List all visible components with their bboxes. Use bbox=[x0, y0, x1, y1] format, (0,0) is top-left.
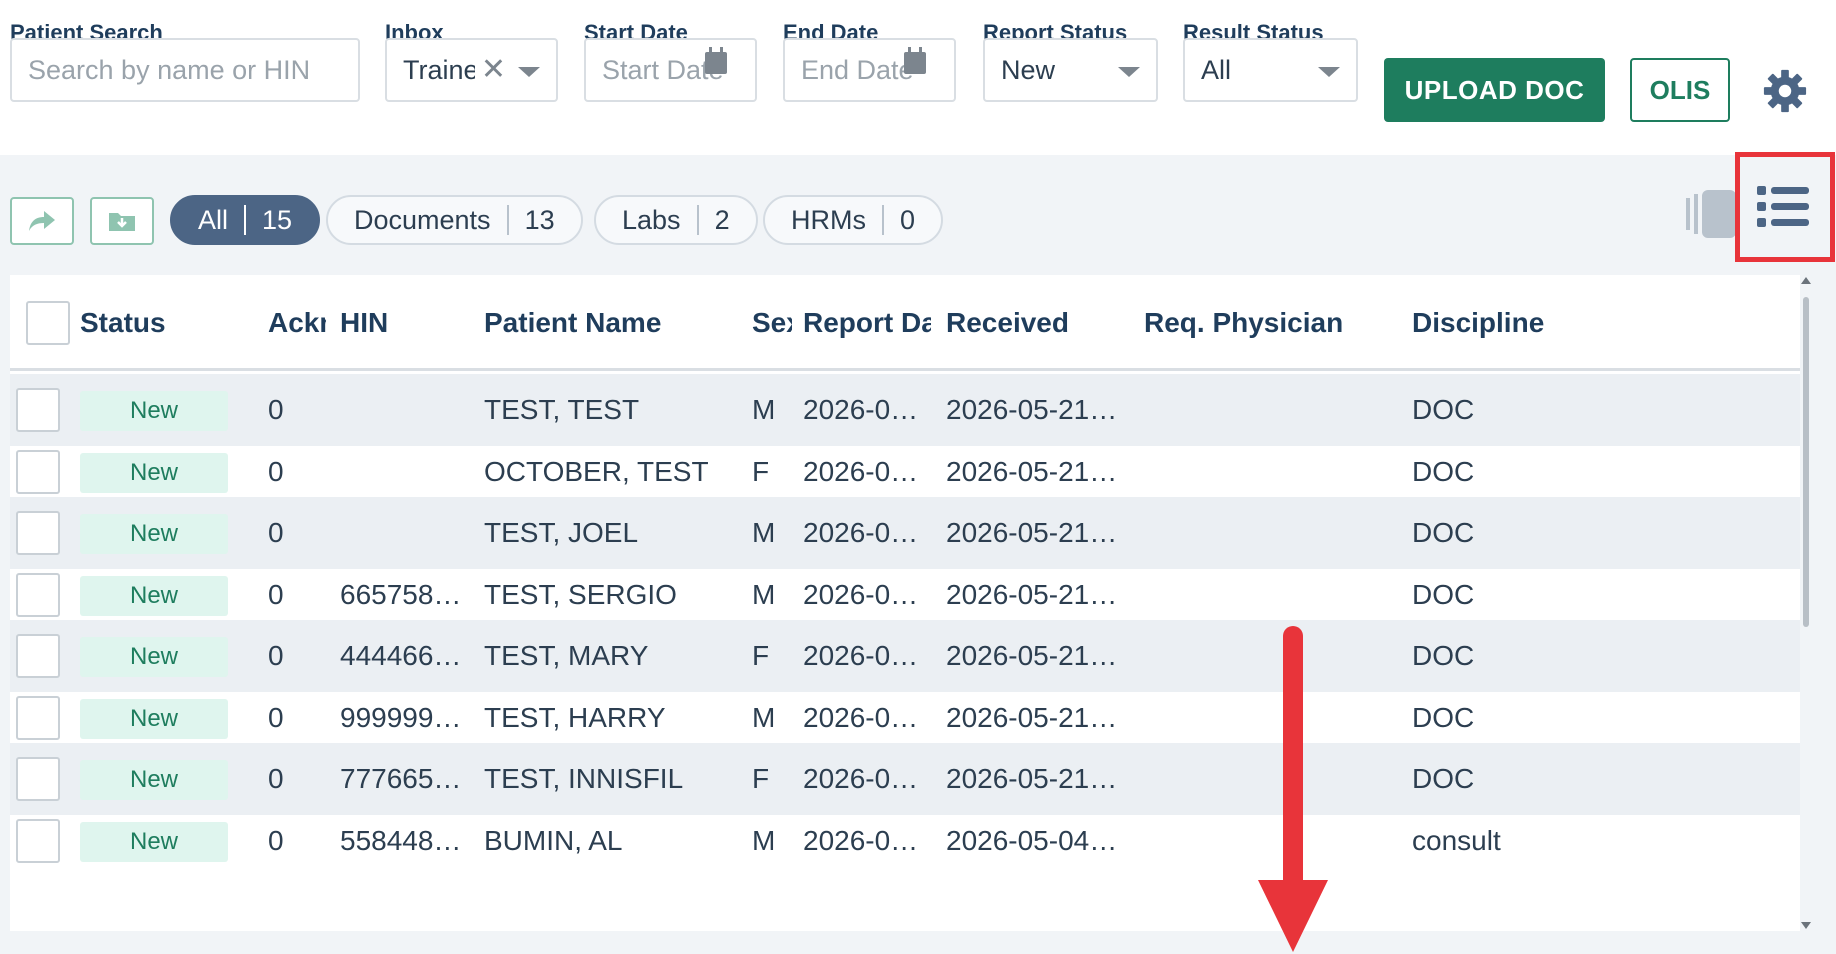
calendar-icon[interactable] bbox=[904, 47, 926, 74]
calendar-icon[interactable] bbox=[705, 47, 727, 74]
col-req-physician[interactable]: Req. Physician bbox=[1144, 275, 1374, 371]
tab-all[interactable]: All 15 bbox=[170, 195, 321, 245]
tab-hrms-count: 0 bbox=[900, 205, 916, 235]
col-hin[interactable]: HIN bbox=[340, 275, 460, 371]
row-checkbox[interactable] bbox=[16, 388, 60, 432]
tab-documents-label: Documents bbox=[354, 205, 491, 235]
row-checkbox[interactable] bbox=[16, 511, 60, 555]
upload-doc-button[interactable]: UPLOAD DOC bbox=[1384, 58, 1605, 122]
forward-button[interactable] bbox=[10, 197, 74, 245]
status-badge: New bbox=[80, 452, 228, 493]
col-sex[interactable]: Sex bbox=[752, 275, 792, 371]
tab-labs-label: Labs bbox=[622, 205, 681, 235]
select-all-checkbox[interactable] bbox=[26, 301, 70, 345]
col-received[interactable]: Received bbox=[946, 275, 1116, 371]
filter-bar: Patient Search Search by name or HIN Inb… bbox=[0, 0, 1836, 155]
row-checkbox[interactable] bbox=[16, 695, 60, 740]
share-forward-icon bbox=[29, 211, 55, 231]
cell-ack: 0 bbox=[268, 824, 284, 856]
status-badge: New bbox=[80, 760, 228, 800]
clear-icon[interactable]: ✕ bbox=[481, 40, 506, 100]
status-badge: New bbox=[80, 698, 228, 739]
status-badge: New bbox=[80, 391, 228, 431]
row-checkbox[interactable] bbox=[16, 449, 60, 494]
report-status-select[interactable]: New bbox=[983, 38, 1158, 102]
status-badge: New bbox=[80, 637, 228, 677]
start-date-input[interactable]: Start Date bbox=[584, 38, 757, 102]
tab-documents-count: 13 bbox=[524, 205, 555, 235]
chevron-down-icon bbox=[1118, 67, 1140, 77]
scrollbar-thumb[interactable] bbox=[1803, 297, 1809, 627]
table-scrollbar[interactable] bbox=[1800, 275, 1812, 931]
status-badge: New bbox=[80, 821, 228, 862]
row-checkbox[interactable] bbox=[16, 572, 60, 617]
tab-labs[interactable]: Labs 2 bbox=[594, 195, 758, 245]
cell-sex: M bbox=[752, 824, 776, 856]
tab-hrms-label: HRMs bbox=[791, 205, 866, 235]
col-report-date[interactable]: Report Date bbox=[803, 275, 931, 371]
list-view-icon bbox=[1757, 186, 1809, 227]
chevron-down-icon bbox=[1318, 67, 1340, 77]
tab-hrms[interactable]: HRMs 0 bbox=[763, 195, 944, 245]
scroll-down-annotation-arrow bbox=[1258, 626, 1328, 952]
end-date-placeholder: End Date bbox=[801, 55, 914, 85]
chevron-down-icon bbox=[518, 67, 540, 77]
end-date-input[interactable]: End Date bbox=[783, 38, 956, 102]
col-discipline[interactable]: Discipline bbox=[1412, 275, 1612, 371]
split-view-icon[interactable] bbox=[1686, 190, 1736, 240]
olis-button[interactable]: OLIS bbox=[1630, 58, 1730, 122]
gear-icon[interactable] bbox=[1762, 68, 1808, 114]
cell-patient-name: BUMIN, AL bbox=[484, 824, 623, 856]
table-row[interactable]: New 0 558448… BUMIN, AL M 2026-0… 2026-05-04… c… bbox=[10, 805, 1800, 877]
result-status-select[interactable]: All bbox=[1183, 38, 1358, 102]
tab-labs-count: 2 bbox=[714, 205, 730, 235]
col-patient-name[interactable]: Patient Name bbox=[484, 275, 724, 371]
patient-search-placeholder: Search by name or HIN bbox=[28, 55, 311, 85]
table-header: Status Acknowledged HIN Patient Name Sex… bbox=[10, 275, 1800, 371]
row-checkbox[interactable] bbox=[16, 757, 60, 801]
inbox-value: Trainer bbox=[403, 55, 475, 85]
row-checkbox[interactable] bbox=[16, 818, 60, 863]
tab-all-label: All bbox=[198, 205, 229, 235]
download-button[interactable] bbox=[90, 197, 154, 245]
inbox-content: All 15 Documents 13 Labs 2 HRMs 0 Status… bbox=[0, 152, 1836, 954]
scroll-down-icon[interactable] bbox=[1801, 922, 1811, 929]
status-badge: New bbox=[80, 575, 228, 616]
result-status-value: All bbox=[1201, 55, 1232, 85]
folder-download-icon bbox=[109, 213, 135, 231]
tab-all-count: 15 bbox=[262, 205, 293, 235]
tab-documents[interactable]: Documents 13 bbox=[326, 195, 583, 245]
inbox-select[interactable]: Trainer ✕ bbox=[385, 38, 558, 102]
col-status[interactable]: Status bbox=[80, 275, 230, 371]
cell-received: 2026-05-04… bbox=[946, 824, 1118, 856]
cell-hin: 558448… bbox=[340, 824, 462, 856]
cell-discipline: consult bbox=[1412, 824, 1501, 856]
scroll-up-icon[interactable] bbox=[1801, 277, 1811, 284]
inbox-table: Status Acknowledged HIN Patient Name Sex… bbox=[10, 275, 1800, 931]
cell-report-date: 2026-0… bbox=[803, 824, 919, 856]
list-view-button[interactable] bbox=[1735, 152, 1835, 262]
report-status-value: New bbox=[1001, 55, 1056, 85]
col-acknowledged[interactable]: Acknowledged bbox=[268, 275, 326, 371]
row-checkbox[interactable] bbox=[16, 634, 60, 678]
status-badge: New bbox=[80, 514, 228, 554]
patient-search-input[interactable]: Search by name or HIN bbox=[10, 38, 360, 102]
